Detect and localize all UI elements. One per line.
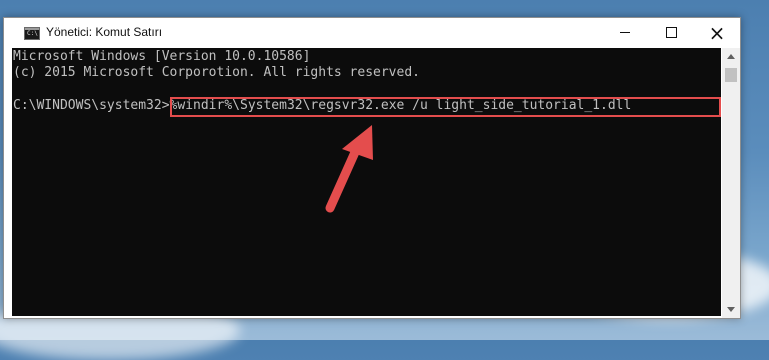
command-prompt-window[interactable]: C:\ Yönetici: Komut Satırı × Microsoft W…: [3, 17, 741, 319]
cmd-icon: C:\: [24, 27, 40, 40]
scroll-thumb[interactable]: [725, 68, 737, 82]
maximize-icon: [665, 27, 677, 38]
vertical-scrollbar[interactable]: [722, 48, 740, 318]
console-output[interactable]: Microsoft Windows [Version 10.0.10586] (…: [12, 48, 721, 316]
close-button[interactable]: ×: [694, 18, 740, 47]
close-icon: ×: [708, 20, 726, 45]
minimize-button[interactable]: [602, 18, 648, 47]
console-prompt: C:\WINDOWS\system32>: [13, 98, 170, 113]
scroll-up-icon: [727, 54, 735, 59]
window-title: Yönetici: Komut Satırı: [46, 25, 163, 39]
scroll-down-button[interactable]: [722, 301, 740, 318]
console-line-version: Microsoft Windows [Version 10.0.10586]: [13, 49, 311, 64]
command-highlight-box: [170, 97, 721, 117]
minimize-icon: [620, 32, 630, 33]
scroll-up-button[interactable]: [722, 48, 740, 65]
maximize-button[interactable]: [648, 18, 694, 47]
scroll-down-icon: [727, 307, 735, 312]
title-bar[interactable]: C:\ Yönetici: Komut Satırı ×: [4, 18, 740, 47]
console-line-copyright: (c) 2015 Microsoft Corporotion. All righ…: [13, 65, 420, 80]
